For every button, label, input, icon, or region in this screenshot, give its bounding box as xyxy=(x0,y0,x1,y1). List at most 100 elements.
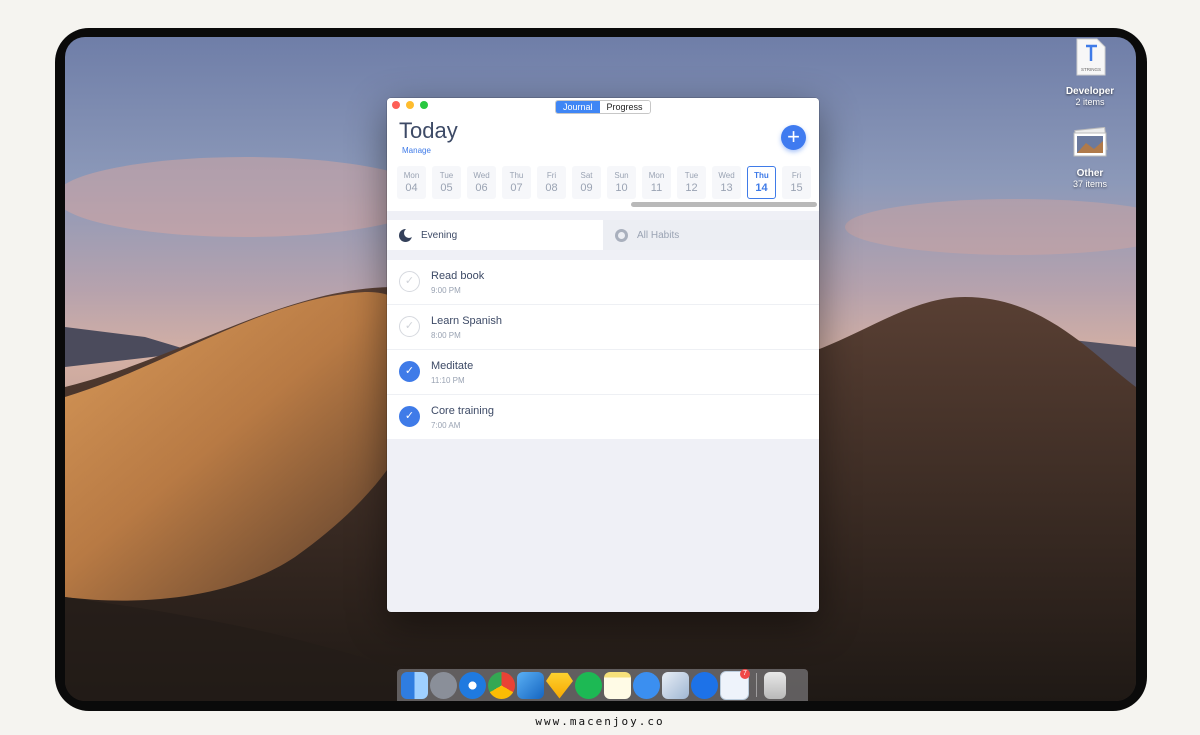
day-cell[interactable]: Sat 09 xyxy=(572,166,601,199)
day-weekday: Thu xyxy=(509,171,524,180)
habit-time: 8:00 PM xyxy=(431,331,461,340)
habit-app-window: Journal Progress Today Manage + Mon 04 Tu… xyxy=(387,98,819,612)
launchpad-icon[interactable] xyxy=(430,671,457,699)
window-controls xyxy=(392,101,428,109)
tab-evening[interactable]: Evening xyxy=(387,220,603,250)
list-item[interactable]: ✓ Core training 7:00 AM xyxy=(387,395,819,439)
dock: 7 xyxy=(397,668,808,701)
day-cell[interactable]: Wed 06 xyxy=(467,166,496,199)
habit-name: Read book xyxy=(431,270,485,282)
day-cell[interactable]: Mon 04 xyxy=(397,166,426,199)
notes-icon[interactable] xyxy=(604,671,631,699)
day-cell[interactable]: Sun 10 xyxy=(607,166,636,199)
day-date: 04 xyxy=(405,182,418,194)
circle-icon xyxy=(615,228,628,242)
day-cell[interactable]: Tue 12 xyxy=(677,166,706,199)
folder-count: 2 items xyxy=(1075,97,1105,107)
day-weekday: Mon xyxy=(648,171,665,180)
add-habit-button[interactable]: + xyxy=(781,125,806,150)
check-icon[interactable]: ✓ xyxy=(399,316,420,337)
day-date: 15 xyxy=(790,182,803,194)
day-date: 13 xyxy=(720,182,733,194)
check-icon[interactable]: ✓ xyxy=(399,361,420,382)
day-cell-selected[interactable]: Thu 14 xyxy=(747,166,776,199)
developer-folder[interactable]: STRINGS Developer 2 items xyxy=(1050,37,1130,107)
safari-icon[interactable] xyxy=(459,671,486,699)
window-header: Journal Progress Today Manage + Mon 04 Tu… xyxy=(387,98,819,211)
sketch-icon[interactable] xyxy=(546,672,573,699)
day-date: 12 xyxy=(685,182,698,194)
folder-count: 37 items xyxy=(1072,179,1107,189)
folder-name: Other xyxy=(1076,168,1104,179)
manage-link[interactable]: Manage xyxy=(402,146,431,155)
day-cell[interactable]: Fri 08 xyxy=(537,166,566,199)
preview-icon[interactable] xyxy=(662,671,689,699)
day-date: 07 xyxy=(510,182,523,194)
habit-name: Meditate xyxy=(431,360,474,372)
moon-icon xyxy=(399,227,414,242)
spotify-icon[interactable] xyxy=(575,671,602,699)
document-icon: STRINGS xyxy=(1076,38,1106,76)
day-date: 06 xyxy=(475,182,488,194)
day-weekday: Thu xyxy=(754,171,769,180)
tasks-icon[interactable] xyxy=(691,671,718,699)
day-cell[interactable]: Fri 15 xyxy=(782,166,811,199)
check-icon[interactable]: ✓ xyxy=(399,406,420,427)
day-date: 10 xyxy=(615,182,628,194)
finder-icon[interactable] xyxy=(401,671,428,699)
date-strip: Mon 04 Tue 05 Wed 06 Thu 07 Fri 08 Sat 09 Sun 1… xyxy=(397,166,811,199)
list-item[interactable]: ✓ Learn Spanish 8:00 PM xyxy=(387,305,819,350)
watermark: www.macenjoy.co xyxy=(535,715,665,728)
day-weekday: Tue xyxy=(684,171,699,180)
day-date: 08 xyxy=(545,182,558,194)
list-item[interactable]: ✓ Meditate 11:10 PM xyxy=(387,350,819,395)
segment-journal[interactable]: Journal xyxy=(556,101,600,113)
day-weekday: Wed xyxy=(718,171,735,180)
habit-name: Learn Spanish xyxy=(431,315,502,327)
day-cell[interactable]: Wed 13 xyxy=(712,166,741,199)
habit-time: 7:00 AM xyxy=(431,421,461,430)
day-date: 09 xyxy=(580,182,593,194)
day-weekday: Tue xyxy=(439,171,454,180)
habit-time: 11:10 PM xyxy=(431,376,465,385)
dock-separator xyxy=(756,673,757,697)
day-cell[interactable]: Thu 07 xyxy=(502,166,531,199)
day-weekday: Fri xyxy=(791,171,802,180)
photos-stack-icon xyxy=(1073,126,1108,157)
chrome-icon[interactable] xyxy=(488,671,515,699)
day-weekday: Sun xyxy=(614,171,629,180)
tab-label: All Habits xyxy=(637,229,680,241)
zoom-button[interactable] xyxy=(420,101,428,109)
tab-label: Evening xyxy=(421,229,458,241)
view-segmented-control: Journal Progress xyxy=(555,100,651,114)
day-weekday: Fri xyxy=(546,171,557,180)
habit-name: Core training xyxy=(431,405,494,417)
app-icon[interactable]: 7 xyxy=(720,668,750,700)
other-folder[interactable]: Other 37 items xyxy=(1050,126,1130,189)
svg-text:STRINGS: STRINGS xyxy=(1081,67,1101,72)
segment-progress[interactable]: Progress xyxy=(599,101,650,113)
xcode-icon[interactable] xyxy=(517,671,544,699)
day-weekday: Mon xyxy=(403,171,420,180)
trash-icon[interactable] xyxy=(764,671,786,699)
folder-name: Developer xyxy=(1065,86,1115,97)
day-date: 05 xyxy=(440,182,453,194)
time-of-day-tabs: Evening All Habits xyxy=(387,220,819,250)
day-weekday: Wed xyxy=(473,171,490,180)
tab-all-habits[interactable]: All Habits xyxy=(603,220,819,250)
close-button[interactable] xyxy=(392,101,400,109)
date-strip-scrollbar[interactable] xyxy=(631,202,817,207)
day-date: 11 xyxy=(650,182,663,194)
minimize-button[interactable] xyxy=(406,101,414,109)
habit-list: ✓ Read book 9:00 PM ✓ Learn Spanish 8:00… xyxy=(387,260,819,439)
day-date: 14 xyxy=(755,182,768,194)
page-title: Today xyxy=(399,118,458,143)
list-item[interactable]: ✓ Read book 9:00 PM xyxy=(387,260,819,305)
day-weekday: Sat xyxy=(580,171,593,180)
day-cell[interactable]: Mon 11 xyxy=(642,166,671,199)
day-cell[interactable]: Tue 05 xyxy=(432,166,461,199)
messages-icon[interactable] xyxy=(633,671,660,699)
habit-time: 9:00 PM xyxy=(431,286,461,295)
notification-badge: 7 xyxy=(740,668,750,679)
check-icon[interactable]: ✓ xyxy=(399,271,420,292)
